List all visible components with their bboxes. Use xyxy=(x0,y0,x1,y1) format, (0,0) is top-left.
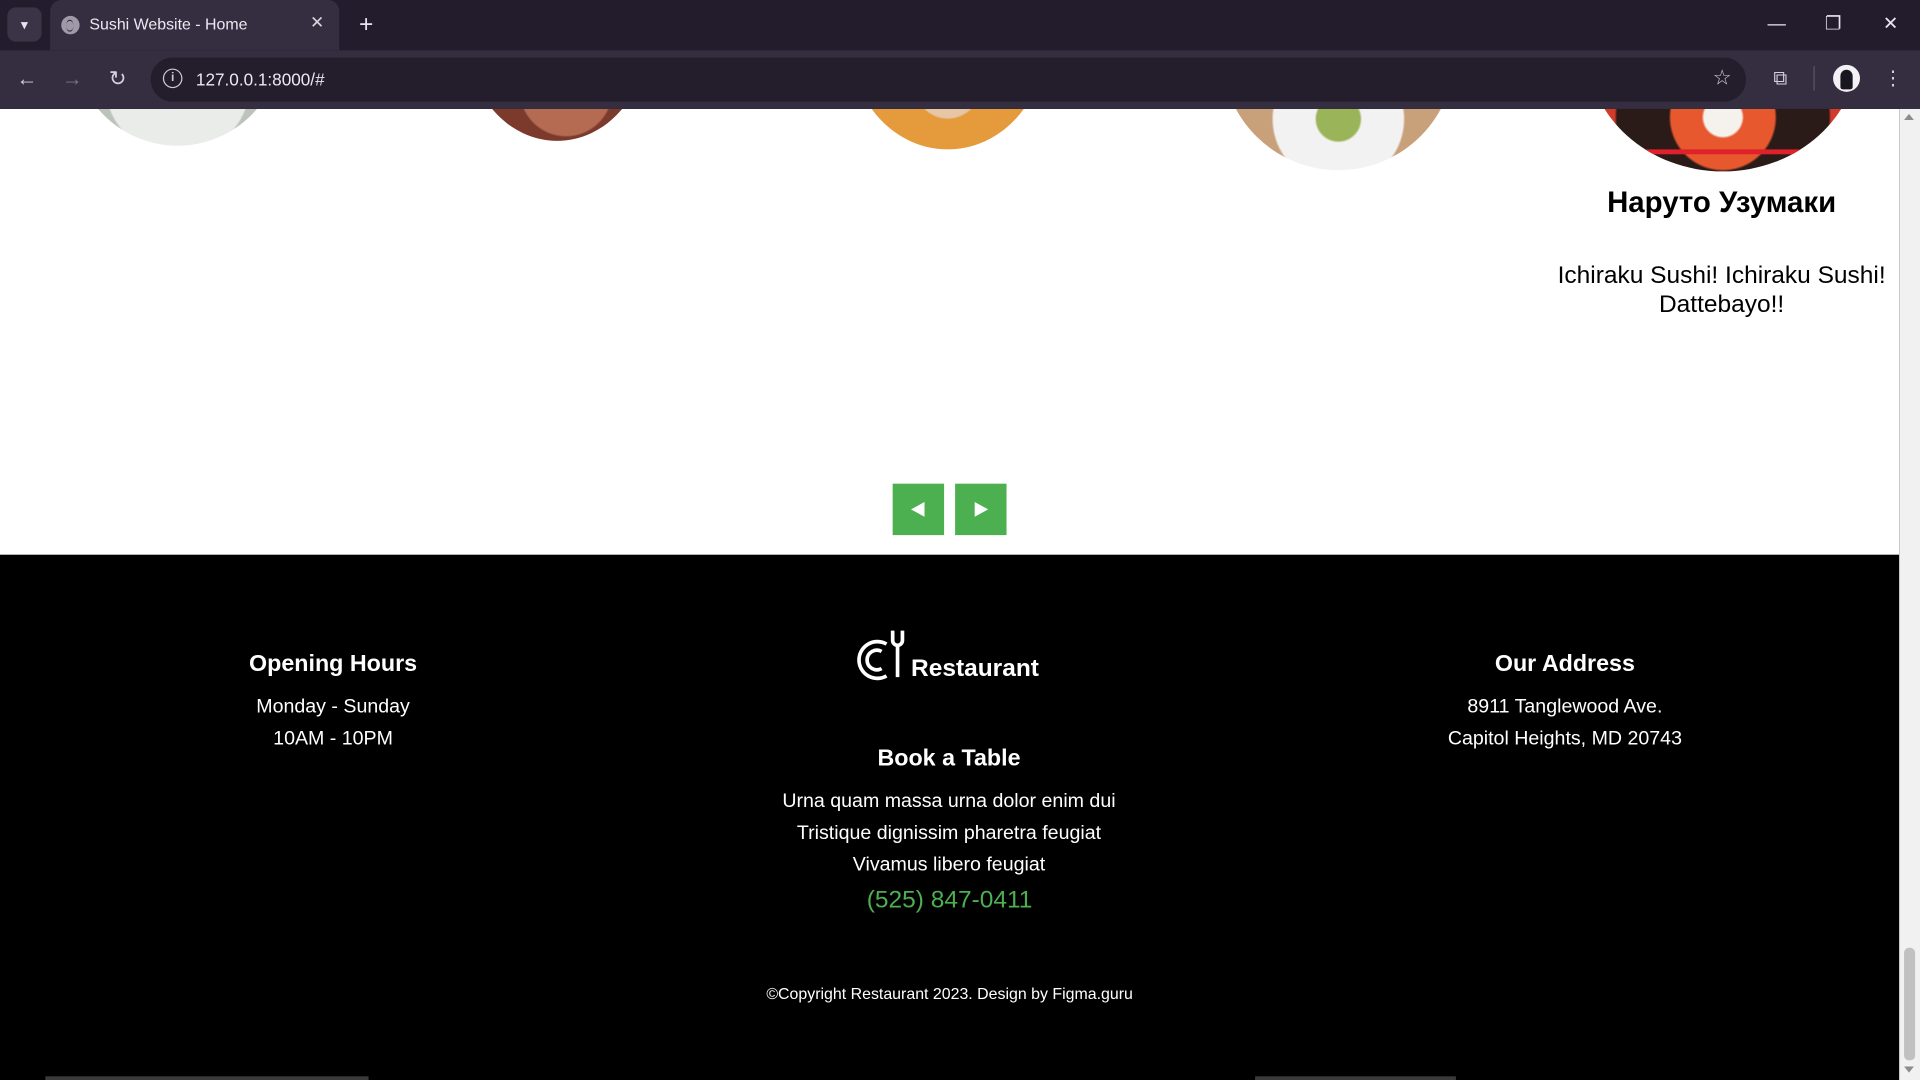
triangle-left-icon xyxy=(911,502,925,517)
tab-title: Sushi Website - Home xyxy=(89,14,248,34)
toolbar-divider xyxy=(1813,66,1815,91)
book-table-title: Book a Table xyxy=(877,745,1021,772)
footer-divider-right xyxy=(1255,1076,1456,1080)
food-plate-image xyxy=(1222,108,1455,171)
scroll-up-arrow-icon[interactable] xyxy=(1904,113,1914,120)
tab-search-chevron-icon[interactable]: ▾ xyxy=(7,7,42,42)
address-line-2: Capitol Heights, MD 20743 xyxy=(1447,728,1682,750)
minimize-button[interactable]: — xyxy=(1755,9,1799,41)
book-table-text-3: Vivamus libero feugiat xyxy=(852,854,1046,876)
food-plate-image xyxy=(467,108,647,141)
profile-avatar[interactable] xyxy=(1833,64,1860,92)
close-window-button[interactable]: ✕ xyxy=(1869,9,1913,41)
testimonial-name: Наруто Узумаки xyxy=(1607,186,1837,220)
bookmark-star-icon[interactable]: ☆ xyxy=(1713,66,1732,90)
menu-kebab-icon[interactable]: ⋮ xyxy=(1877,64,1909,96)
address-line-1: 8911 Tanglewood Ave. xyxy=(1467,696,1663,718)
reload-icon[interactable]: ↻ xyxy=(102,64,134,96)
scroll-down-arrow-icon[interactable] xyxy=(1904,1066,1914,1073)
browser-tab[interactable]: Sushi Website - Home ✕ xyxy=(50,0,340,51)
restore-button[interactable]: ❐ xyxy=(1811,9,1855,41)
book-table-text-1: Urna quam massa urna dolor enim dui xyxy=(782,791,1116,812)
opening-hours-time: 10AM - 10PM xyxy=(273,728,393,750)
address-bar[interactable]: i 127.0.0.1:8000/# ☆ xyxy=(150,57,1747,102)
back-arrow-icon[interactable]: ← xyxy=(11,64,43,96)
opening-hours-days: Monday - Sunday xyxy=(256,696,410,718)
page-viewport: Наруто Узумаки Ichiraku Sushi! Ichiraku … xyxy=(0,108,1900,1080)
browser-toolbar: ← → ↻ i 127.0.0.1:8000/# ☆ ⧉ ⋮ xyxy=(0,50,1920,109)
new-tab-button[interactable]: + xyxy=(351,9,380,41)
slider-prev-button[interactable] xyxy=(892,483,945,536)
address-title: Our Address xyxy=(1494,651,1635,678)
tab-close-icon[interactable]: ✕ xyxy=(305,12,329,33)
extensions-puzzle-icon[interactable]: ⧉ xyxy=(1764,64,1796,96)
restaurant-logo: Restaurant xyxy=(855,628,1051,684)
logo-text: Restaurant xyxy=(911,655,1039,683)
phone-link[interactable]: (525) 847-0411 xyxy=(0,887,1899,915)
triangle-right-icon xyxy=(974,502,989,517)
copyright-text: ©Copyright Restaurant 2023. Design by Fi… xyxy=(766,984,1133,1003)
sushi-plate-image xyxy=(1586,108,1859,172)
testimonial-quote: Ichiraku Sushi! Ichiraku Sushi! Dattebay… xyxy=(1557,262,1886,319)
vertical-scrollbar[interactable] xyxy=(1899,108,1920,1080)
site-info-icon[interactable]: i xyxy=(162,68,183,89)
footer-divider-left xyxy=(45,1076,369,1080)
browser-tab-bar: ▾ Sushi Website - Home ✕ + — ❐ ✕ xyxy=(0,0,1920,51)
fork-logo-icon xyxy=(857,630,905,681)
slider-next-button[interactable] xyxy=(955,483,1007,536)
book-table-text-2: Tristique dignissim pharetra feugiat xyxy=(796,822,1102,844)
food-plate-image xyxy=(73,108,282,146)
food-plate-image xyxy=(851,108,1045,150)
url-text[interactable]: 127.0.0.1:8000/# xyxy=(196,70,325,90)
testimonials-section: Наруто Узумаки Ichiraku Sushi! Ichiraku … xyxy=(0,108,1900,555)
forward-arrow-icon[interactable]: → xyxy=(56,64,88,96)
globe-icon xyxy=(61,15,80,35)
scrollbar-thumb[interactable] xyxy=(1904,947,1916,1061)
opening-hours-title: Opening Hours xyxy=(249,651,418,678)
